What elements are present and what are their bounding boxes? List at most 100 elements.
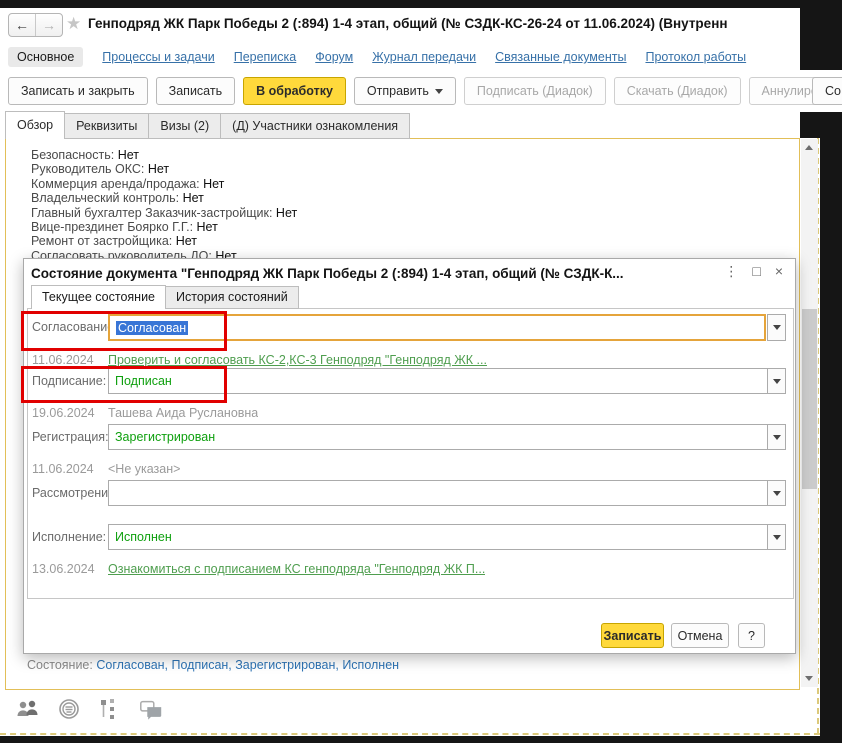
dialog-help-button[interactable]: ? xyxy=(738,623,765,648)
status-value[interactable]: Согласован, Подписан, Зарегистрирован, И… xyxy=(96,658,399,672)
chevron-down-icon xyxy=(773,379,781,384)
menu-item-perepiska[interactable]: Переписка xyxy=(234,50,297,64)
signing-value: Подписан xyxy=(115,374,172,388)
tab-vizy[interactable]: Визы (2) xyxy=(149,113,221,139)
create-clipped-label: Со xyxy=(825,84,841,98)
maximize-icon[interactable]: □ xyxy=(752,263,760,280)
overview-text: Безопасность: Нет Руководитель ОКС: Нет … xyxy=(31,148,297,263)
dialog-cancel-button[interactable]: Отмена xyxy=(671,623,729,648)
registration-dropdown-button[interactable] xyxy=(767,424,786,450)
registration-date: 11.06.2024 xyxy=(32,462,94,476)
overview-line-label: Ремонт от застройщика: xyxy=(31,234,172,248)
footer-icon-bar xyxy=(15,697,164,721)
save-label: Записать xyxy=(169,84,222,98)
overview-line-label: Коммерция аренда/продажа: xyxy=(31,177,200,191)
overview-line: Вице-прездинет Боярко Г.Г.: Нет xyxy=(31,220,297,234)
chevron-down-icon xyxy=(773,435,781,440)
seal-icon[interactable] xyxy=(56,697,82,721)
approval-field[interactable]: Согласован xyxy=(108,314,786,341)
scroll-down-icon[interactable] xyxy=(805,676,813,681)
participants-icon[interactable] xyxy=(15,697,41,721)
signing-person-name: Ташева Аида Руслановна xyxy=(108,406,258,420)
close-icon[interactable]: × xyxy=(775,263,783,280)
menu-item-osnovnoe[interactable]: Основное xyxy=(8,47,83,67)
favorite-star-icon[interactable]: ★ xyxy=(66,14,81,34)
dialog-tabs: Текущее состояние История состояний xyxy=(31,286,299,309)
forward-button[interactable]: → xyxy=(36,14,62,36)
registration-value: Зарегистрирован xyxy=(115,430,215,444)
signing-person: Ташева Аида Руслановна xyxy=(108,406,258,420)
menu-item-svyazannye[interactable]: Связанные документы xyxy=(495,50,626,64)
menu-item-forum[interactable]: Форум xyxy=(315,50,353,64)
execution-task-link[interactable]: Ознакомиться с подписанием КС генподряда… xyxy=(108,562,485,576)
review-field-text[interactable] xyxy=(108,480,767,506)
save-and-close-button[interactable]: Записать и закрыть xyxy=(8,77,148,105)
overview-line: Владельческий контроль: Нет xyxy=(31,191,297,205)
approval-task-link[interactable]: Проверить и согласовать КС-2,КС-3 Генпод… xyxy=(108,353,487,367)
dialog-window-controls: ⋮ □ × xyxy=(724,263,783,280)
overview-line-value: Нет xyxy=(183,191,204,205)
signing-dropdown-button[interactable] xyxy=(767,368,786,394)
signing-field-text[interactable]: Подписан xyxy=(108,368,767,394)
screen-margin-right xyxy=(821,138,842,736)
approval-task: Проверить и согласовать КС-2,КС-3 Генпод… xyxy=(108,353,487,367)
approval-dropdown-button[interactable] xyxy=(767,314,786,341)
signing-field[interactable]: Подписан xyxy=(108,368,786,394)
tab-state-history[interactable]: История состояний xyxy=(166,286,299,309)
to-processing-label: В обработку xyxy=(256,84,333,98)
status-label: Состояние: xyxy=(27,658,93,672)
to-processing-button[interactable]: В обработку xyxy=(243,77,346,105)
menu-item-protokol[interactable]: Протокол работы xyxy=(645,50,746,64)
registration-label: Регистрация: xyxy=(32,430,109,444)
registration-not-specified: <Не указан> xyxy=(108,462,180,476)
review-field[interactable] xyxy=(108,480,786,506)
overview-line: Безопасность: Нет xyxy=(31,148,297,162)
create-clipped-button[interactable]: Со xyxy=(812,77,842,105)
more-menu-icon[interactable]: ⋮ xyxy=(724,263,738,280)
overview-line: Главный бухгалтер Заказчик-застройщик: Н… xyxy=(31,206,297,220)
overview-line-label: Безопасность: xyxy=(31,148,114,162)
overview-line-value: Нет xyxy=(176,234,197,248)
download-diadoc-button[interactable]: Скачать (Диадок) xyxy=(614,77,741,105)
window-edge-dashed-bottom xyxy=(0,733,820,735)
send-label: Отправить xyxy=(367,84,429,98)
save-button[interactable]: Записать xyxy=(156,77,235,105)
execution-field-text[interactable]: Исполнен xyxy=(108,524,767,550)
app-window: { "window": { "title": "Генподряд ЖК Пар… xyxy=(0,0,842,743)
form-tabs: Обзор Реквизиты Визы (2) (Д) Участники о… xyxy=(5,112,410,139)
hierarchy-icon[interactable] xyxy=(97,697,123,721)
execution-dropdown-button[interactable] xyxy=(767,524,786,550)
document-status-line: Состояние: Согласован, Подписан, Зарегис… xyxy=(27,658,399,672)
scrollbar-thumb[interactable] xyxy=(802,309,817,489)
history-nav-group: ← → xyxy=(8,13,63,37)
back-button[interactable]: ← xyxy=(9,14,36,36)
vertical-scrollbar[interactable] xyxy=(801,139,818,687)
scroll-up-icon[interactable] xyxy=(805,145,813,150)
dialog-save-button[interactable]: Записать xyxy=(601,623,664,648)
sign-diadoc-button[interactable]: Подписать (Диадок) xyxy=(464,77,606,105)
discussion-icon[interactable] xyxy=(138,697,164,721)
overview-line-value: Нет xyxy=(118,148,139,162)
registration-field-text[interactable]: Зарегистрирован xyxy=(108,424,767,450)
tab-uchastniki[interactable]: (Д) Участники ознакомления xyxy=(221,113,410,139)
overview-line: Ремонт от застройщика: Нет xyxy=(31,234,297,248)
tab-current-state[interactable]: Текущее состояние xyxy=(31,285,166,309)
approval-field-text[interactable]: Согласован xyxy=(108,314,766,341)
review-dropdown-button[interactable] xyxy=(767,480,786,506)
registration-field[interactable]: Зарегистрирован xyxy=(108,424,786,450)
tab-obzor[interactable]: Обзор xyxy=(5,111,65,139)
back-arrow-icon: ← xyxy=(15,17,29,33)
overview-line-label: Владельческий контроль: xyxy=(31,191,179,205)
execution-field[interactable]: Исполнен xyxy=(108,524,786,550)
send-button[interactable]: Отправить xyxy=(354,77,456,105)
approval-value: Согласован xyxy=(116,321,188,335)
tab-rekvizity[interactable]: Реквизиты xyxy=(65,113,149,139)
approval-label: Согласование: xyxy=(32,320,118,334)
overview-line-label: Вице-прездинет Боярко Г.Г.: xyxy=(31,220,193,234)
menu-item-processy[interactable]: Процессы и задачи xyxy=(102,50,214,64)
approval-date: 11.06.2024 xyxy=(32,353,94,367)
chevron-down-icon xyxy=(435,89,443,94)
review-label: Рассмотрение: xyxy=(32,486,119,500)
execution-label: Исполнение: xyxy=(32,530,106,544)
menu-item-zhurnal[interactable]: Журнал передачи xyxy=(372,50,476,64)
